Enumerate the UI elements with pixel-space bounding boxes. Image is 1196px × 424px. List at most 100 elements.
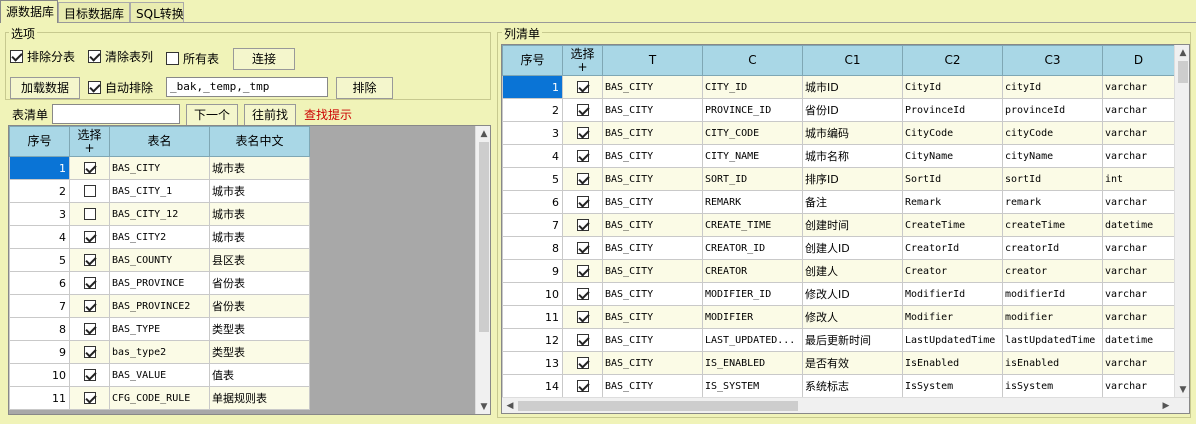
column-header[interactable]: 序号: [9, 126, 70, 157]
table-name-cell[interactable]: BAS_COUNTY: [109, 248, 210, 272]
select-cell[interactable]: [562, 236, 603, 260]
column-row[interactable]: 5 BAS_CITY SORT_ID 排序ID SortId sortId int: [502, 167, 1175, 191]
all-tables-checkbox[interactable]: 所有表: [166, 50, 219, 67]
auto-exclude-checkbox[interactable]: 自动排除: [88, 79, 153, 96]
select-cell[interactable]: [69, 317, 110, 341]
row-number[interactable]: 13: [502, 351, 563, 375]
row-number[interactable]: 11: [502, 305, 563, 329]
cell-d[interactable]: varchar: [1102, 98, 1175, 122]
cell-c[interactable]: CITY_CODE: [702, 121, 803, 145]
table-list-vscroll[interactable]: ▲ ▼: [475, 126, 490, 414]
cell-c1[interactable]: 备注: [802, 190, 903, 214]
cell-d[interactable]: int: [1102, 167, 1175, 191]
column-header[interactable]: 序号: [502, 45, 563, 76]
cell-c3[interactable]: creator: [1002, 259, 1103, 283]
cell-c1[interactable]: 修改人ID: [802, 282, 903, 306]
table-row[interactable]: 7 BAS_PROVINCE2 省份表: [9, 294, 310, 318]
cell-t[interactable]: BAS_CITY: [602, 305, 703, 329]
cell-d[interactable]: varchar: [1102, 144, 1175, 168]
row-number[interactable]: 1: [502, 75, 563, 99]
cell-c2[interactable]: Creator: [902, 259, 1003, 283]
select-cell[interactable]: [562, 374, 603, 398]
checked-checkbox-icon[interactable]: [576, 242, 589, 254]
tab-target-db[interactable]: 目标数据库: [58, 2, 130, 22]
column-row[interactable]: 13 BAS_CITY IS_ENABLED 是否有效 IsEnabled isEnabl…: [502, 351, 1175, 375]
column-header[interactable]: C: [702, 45, 803, 76]
cell-c[interactable]: CITY_NAME: [702, 144, 803, 168]
select-cell[interactable]: [562, 213, 603, 237]
cell-c3[interactable]: cityId: [1002, 75, 1103, 99]
cell-d[interactable]: varchar: [1102, 282, 1175, 306]
checked-checkbox-icon[interactable]: [83, 277, 96, 289]
cell-c1[interactable]: 创建人: [802, 259, 903, 283]
column-row[interactable]: 12 BAS_CITY LAST_UPDATED... 最后更新时间 LastUpdat…: [502, 328, 1175, 352]
select-cell[interactable]: [562, 167, 603, 191]
column-row[interactable]: 14 BAS_CITY IS_SYSTEM 系统标志 IsSystem isSystem v…: [502, 374, 1175, 398]
cell-c2[interactable]: ModifierId: [902, 282, 1003, 306]
table-row[interactable]: 5 BAS_COUNTY 县区表: [9, 248, 310, 272]
cell-c3[interactable]: cityName: [1002, 144, 1103, 168]
row-number[interactable]: 9: [502, 259, 563, 283]
select-cell[interactable]: [69, 294, 110, 318]
column-row[interactable]: 3 BAS_CITY CITY_CODE 城市编码 CityCode cityCode va…: [502, 121, 1175, 145]
cell-c2[interactable]: CreateTime: [902, 213, 1003, 237]
cell-c[interactable]: CREATOR: [702, 259, 803, 283]
table-cn-name-cell[interactable]: 单据规则表: [209, 386, 310, 410]
column-header[interactable]: 选择 +: [69, 126, 110, 157]
checked-checkbox-icon[interactable]: [83, 254, 96, 266]
cell-c3[interactable]: modifierId: [1002, 282, 1103, 306]
select-cell[interactable]: [69, 386, 110, 410]
cell-c3[interactable]: provinceId: [1002, 98, 1103, 122]
table-cn-name-cell[interactable]: 省份表: [209, 271, 310, 295]
table-row[interactable]: 10 BAS_VALUE 值表: [9, 363, 310, 387]
scroll-down-icon[interactable]: ▼: [476, 402, 490, 412]
cell-t[interactable]: BAS_CITY: [602, 121, 703, 145]
cell-c[interactable]: LAST_UPDATED...: [702, 328, 803, 352]
tab-source-db[interactable]: 源数据库: [0, 0, 58, 23]
checked-checkbox-icon[interactable]: [576, 357, 589, 369]
row-number[interactable]: 4: [502, 144, 563, 168]
cell-c[interactable]: CREATOR_ID: [702, 236, 803, 260]
checked-checkbox-icon[interactable]: [576, 219, 589, 231]
column-row[interactable]: 4 BAS_CITY CITY_NAME 城市名称 CityName cityName va…: [502, 144, 1175, 168]
unchecked-checkbox-icon[interactable]: [83, 185, 96, 197]
scroll-up-icon[interactable]: ▲: [476, 129, 490, 139]
checked-checkbox-icon[interactable]: [576, 104, 589, 116]
cell-c2[interactable]: Remark: [902, 190, 1003, 214]
table-name-cell[interactable]: BAS_CITY2: [109, 225, 210, 249]
table-row[interactable]: 6 BAS_PROVINCE 省份表: [9, 271, 310, 295]
checked-checkbox-icon[interactable]: [83, 231, 96, 243]
select-cell[interactable]: [69, 179, 110, 203]
column-list-hscroll-thumb[interactable]: [518, 401, 798, 411]
cell-c[interactable]: IS_SYSTEM: [702, 374, 803, 398]
cell-t[interactable]: BAS_CITY: [602, 259, 703, 283]
table-cn-name-cell[interactable]: 城市表: [209, 179, 310, 203]
checked-checkbox-icon[interactable]: [576, 380, 589, 392]
col-scroll-down-icon[interactable]: ▼: [1175, 385, 1189, 395]
cell-c1[interactable]: 是否有效: [802, 351, 903, 375]
select-cell[interactable]: [69, 271, 110, 295]
scroll-left-icon[interactable]: ◀: [504, 401, 516, 411]
cell-c[interactable]: IS_ENABLED: [702, 351, 803, 375]
scroll-right-icon[interactable]: ▶: [1160, 401, 1172, 411]
cell-c3[interactable]: isSystem: [1002, 374, 1103, 398]
exclude-button[interactable]: 排除: [336, 77, 393, 99]
table-name-cell[interactable]: BAS_CITY_1: [109, 179, 210, 203]
column-row[interactable]: 7 BAS_CITY CREATE_TIME 创建时间 CreateTime create…: [502, 213, 1175, 237]
checked-checkbox-icon[interactable]: [576, 127, 589, 139]
column-list-grid[interactable]: 序号 选择 + T C C1 C2 C3 D 1 BAS_CITY CITY_ID 城市ID City…: [501, 44, 1190, 414]
cell-c2[interactable]: SortId: [902, 167, 1003, 191]
column-header[interactable]: C2: [902, 45, 1003, 76]
table-name-cell[interactable]: BAS_VALUE: [109, 363, 210, 387]
cell-c3[interactable]: lastUpdatedTime: [1002, 328, 1103, 352]
row-number[interactable]: 4: [9, 225, 70, 249]
table-row[interactable]: 1 BAS_CITY 城市表: [9, 156, 310, 180]
checked-checkbox-icon[interactable]: [83, 300, 96, 312]
row-number[interactable]: 3: [502, 121, 563, 145]
column-row[interactable]: 11 BAS_CITY MODIFIER 修改人 Modifier modifier var…: [502, 305, 1175, 329]
cell-d[interactable]: varchar: [1102, 190, 1175, 214]
table-search-input[interactable]: [52, 104, 180, 124]
column-list-vscroll[interactable]: ▲ ▼: [1174, 45, 1189, 397]
cell-c1[interactable]: 城市名称: [802, 144, 903, 168]
cell-d[interactable]: varchar: [1102, 351, 1175, 375]
